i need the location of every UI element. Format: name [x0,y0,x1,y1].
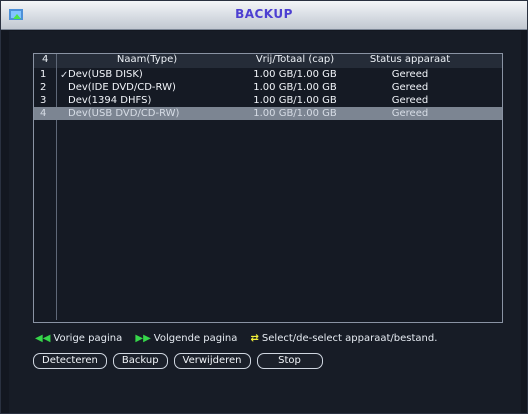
row-name: Dev(IDE DVD/CD-RW) [68,82,176,93]
table-row[interactable]: 3 Dev(1394 DHFS) 1.00 GB/1.00 GB Gereed [34,94,502,107]
row-name: Dev(1394 DHFS) [68,95,152,106]
backup-button[interactable]: Backup [112,353,168,369]
row-capacity: 1.00 GB/1.00 GB [253,108,337,119]
select-toggle-icon: ⇄ [250,333,259,344]
legend: ◀◀ Vorige pagina ▶▶ Volgende pagina ⇄ Se… [35,333,447,347]
detect-button[interactable]: Detecteren [33,353,107,369]
button-bar: Detecteren Backup Verwijderen Stop [33,353,323,371]
row-name: Dev(USB DISK) [68,69,143,80]
row-capacity: 1.00 GB/1.00 GB [253,82,337,93]
row-name: Dev(USB DVD/CD-RW) [68,108,180,119]
previous-page-icon: ◀◀ [35,333,51,344]
row-status: Gereed [391,69,429,80]
device-list[interactable]: 4 Naam(Type) Vrij/Totaal (cap) Status ap… [33,53,503,323]
table-header: 4 Naam(Type) Vrij/Totaal (cap) Status ap… [34,54,502,68]
row-index: 3 [40,95,47,106]
legend-select: ⇄ Select/de-select apparaat/bestand. [251,333,438,344]
row-index: 1 [40,69,47,80]
row-index: 4 [40,108,47,119]
select-label: Select/de-select apparaat/bestand. [261,333,438,344]
legend-next: ▶▶ Volgende pagina [135,333,237,344]
table-row[interactable]: 1 ✓ Dev(USB DISK) 1.00 GB/1.00 GB Gereed [34,68,502,81]
title-bar: BACKUP [1,1,527,30]
header-free-total: Vrij/Totaal (cap) [255,54,335,65]
backup-window: BACKUP 4 Naam(Type) Vrij/Totaal (cap) St… [0,0,528,414]
row-capacity: 1.00 GB/1.00 GB [253,69,337,80]
remove-button[interactable]: Verwijderen [173,353,251,369]
table-row[interactable]: 4 Dev(USB DVD/CD-RW) 1.00 GB/1.00 GB Ger… [34,107,502,120]
stop-button[interactable]: Stop [256,353,323,369]
window-title: BACKUP [235,7,293,21]
header-name-type: Naam(Type) [116,54,178,65]
legend-prev: ◀◀ Vorige pagina [35,333,122,344]
next-page-icon: ▶▶ [135,333,151,344]
row-index: 2 [40,82,47,93]
row-capacity: 1.00 GB/1.00 GB [253,95,337,106]
row-status: Gereed [391,95,429,106]
header-count: 4 [42,54,49,65]
prev-page-label: Vorige pagina [53,333,123,344]
content-area: 4 Naam(Type) Vrij/Totaal (cap) Status ap… [9,31,521,413]
row-status: Gereed [391,82,429,93]
table-row[interactable]: 2 Dev(IDE DVD/CD-RW) 1.00 GB/1.00 GB Ger… [34,81,502,94]
header-device-status: Status apparaat [369,54,451,65]
row-status: Gereed [391,108,429,119]
next-page-label: Volgende pagina [153,333,238,344]
